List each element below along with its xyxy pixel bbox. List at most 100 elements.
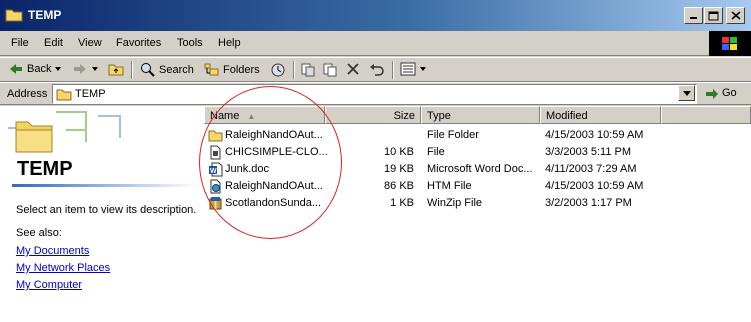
menu-edit[interactable]: Edit [44,37,63,49]
folder-banner-icon [8,111,121,153]
see-also-label: See also: [16,227,62,239]
file-size: 1 KB [390,197,414,209]
file-size: 19 KB [384,163,414,175]
file-type: HTM File [427,180,472,192]
move-to-icon [301,63,315,77]
address-bar: Address TEMP Go [0,82,751,105]
file-list: Name ▲ Size Type Modified RaleighNandOAut… [204,106,751,322]
file-modified: 4/11/2003 7:29 AM [545,163,637,175]
undo-button[interactable] [369,62,385,76]
toolbar-separator [392,61,394,79]
file-name: CHICSIMPLE-CLO... [225,146,328,158]
menu-tools[interactable]: Tools [177,37,203,49]
column-header-modified[interactable]: Modified [540,106,661,124]
word-doc-icon: W [209,162,223,177]
close-button[interactable] [726,7,745,24]
link-my-network-places[interactable]: My Network Places [16,262,110,274]
folders-label: Folders [223,63,260,76]
folder-icon [208,130,223,142]
menu-favorites[interactable]: Favorites [116,37,161,49]
search-icon [141,63,155,77]
file-icon [210,145,221,160]
forward-button[interactable] [72,62,99,76]
go-label: Go [722,87,737,99]
copy-to-button[interactable] [322,62,338,77]
go-button[interactable]: Go [703,86,737,100]
file-row[interactable]: ScotlandonSunda... 1 KB WinZip File 3/2/… [204,195,751,212]
file-name: RaleighNandOAut... [225,129,323,141]
maximize-button[interactable] [704,7,723,24]
folder-title: TEMP [17,158,73,180]
file-row[interactable]: RaleighNandOAut... File Folder 4/15/2003… [204,127,751,144]
address-input[interactable]: TEMP [52,84,697,104]
folder-icon [56,88,72,104]
selection-description: Select an item to view its description. [16,204,197,216]
menu-file[interactable]: File [11,37,29,49]
svg-text:W: W [210,168,217,175]
undo-icon [370,64,384,76]
back-arrow-icon [10,64,22,74]
back-button[interactable]: Back [8,62,62,76]
column-name-label: Name [210,110,240,122]
up-folder-button[interactable] [108,62,124,76]
views-icon [400,62,416,76]
windows-logo-icon [709,31,751,56]
back-label: Back [27,63,52,75]
copy-to-icon [323,63,337,77]
column-modified-label: Modified [546,110,588,122]
web-view-pane: TEMP Select an item to view its descript… [0,106,204,322]
file-size: 10 KB [384,146,414,158]
forward-arrow-icon [74,64,86,74]
history-icon [271,63,285,77]
move-to-button[interactable] [300,62,316,77]
html-file-icon [210,179,221,194]
chevron-down-icon [55,67,62,71]
file-modified: 3/2/2003 1:17 PM [545,197,632,209]
go-arrow-icon [706,89,718,99]
column-header-size[interactable]: Size [325,106,421,124]
file-type: WinZip File [427,197,483,209]
address-dropdown-button[interactable] [678,85,695,101]
file-row[interactable]: CHICSIMPLE-CLO... 10 KB File 3/3/2003 5:… [204,144,751,161]
search-button[interactable]: Search [140,62,194,77]
folder-icon [5,7,23,22]
delete-button[interactable] [346,62,360,76]
column-header-type[interactable]: Type [421,106,540,124]
toolbar-separator [131,61,133,79]
menu-help[interactable]: Help [218,37,241,49]
file-name: Junk.doc [225,163,270,175]
menu-bar: File Edit View Favorites Tools Help [0,31,751,56]
link-my-documents[interactable]: My Documents [16,245,89,257]
content-area: TEMP Select an item to view its descript… [0,106,751,322]
column-size-label: Size [393,110,415,122]
folders-button[interactable]: Folders [204,62,260,77]
column-header-empty [661,106,751,124]
menu-view[interactable]: View [78,37,102,49]
toolbar-separator [293,61,295,79]
minimize-button[interactable] [684,7,703,24]
divider [12,184,198,187]
column-header-name[interactable]: Name ▲ [204,106,325,124]
chevron-down-icon [682,90,691,96]
column-type-label: Type [427,110,451,122]
file-type: Microsoft Word Doc... [427,163,533,175]
file-modified: 4/15/2003 10:59 AM [545,180,644,192]
search-label: Search [159,63,194,76]
address-label: Address [7,88,48,100]
winzip-icon [209,197,222,210]
delete-x-icon [347,63,359,75]
toolbar: Back Search Folders [0,57,751,82]
file-row[interactable]: RaleighNandOAut... 86 KB HTM File 4/15/2… [204,178,751,195]
file-size: 86 KB [384,180,414,192]
history-button[interactable] [270,62,286,77]
title-bar: TEMP [0,0,751,31]
chevron-down-icon [92,67,98,71]
file-modified: 4/15/2003 10:59 AM [545,129,644,141]
link-my-computer[interactable]: My Computer [16,279,82,291]
views-button[interactable] [400,62,427,76]
chevron-down-icon [420,67,426,71]
file-row[interactable]: W Junk.doc 19 KB Microsoft Word Doc... 4… [204,161,751,178]
folders-icon [204,63,219,76]
file-name: RaleighNandOAut... [225,180,323,192]
file-modified: 3/3/2003 5:11 PM [545,146,632,158]
